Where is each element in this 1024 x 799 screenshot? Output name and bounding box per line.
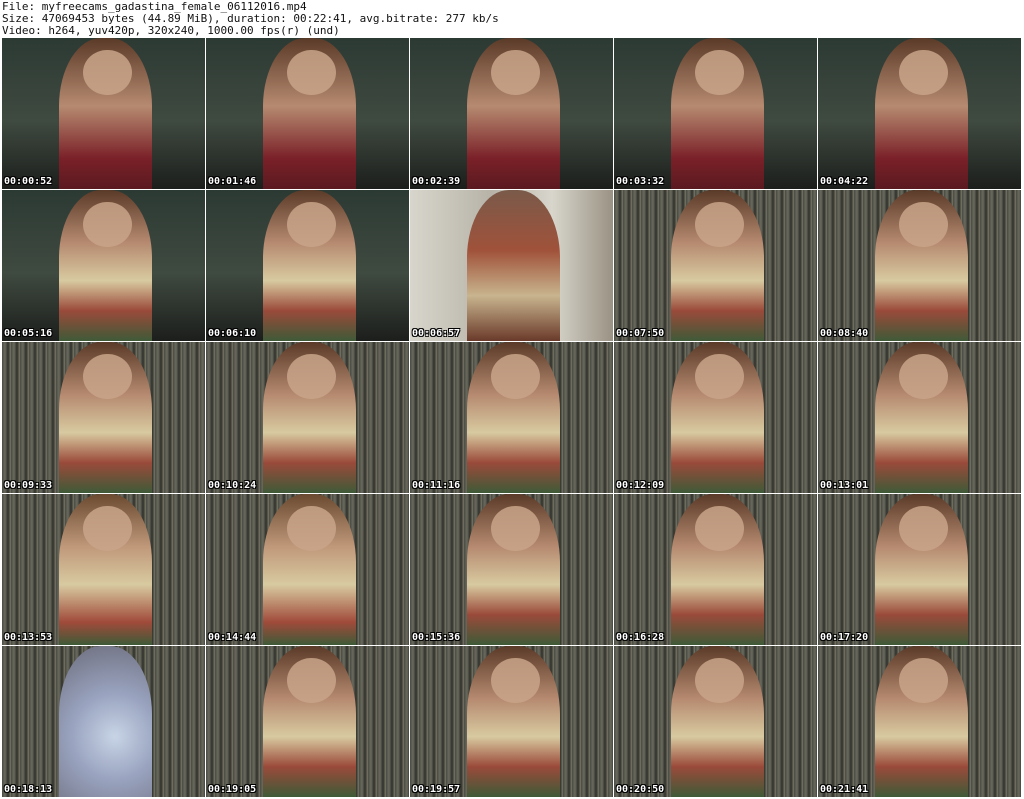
thumbnail: 00:06:57 bbox=[410, 190, 613, 342]
thumbnail: 00:02:39 bbox=[410, 38, 613, 190]
timestamp: 00:05:16 bbox=[4, 328, 53, 339]
thumbnail: 00:05:16 bbox=[2, 190, 205, 342]
timestamp: 00:06:57 bbox=[412, 328, 461, 339]
timestamp: 00:21:41 bbox=[820, 784, 869, 795]
timestamp: 00:12:09 bbox=[616, 480, 665, 491]
timestamp: 00:02:39 bbox=[412, 176, 461, 187]
thumbnail: 00:12:09 bbox=[614, 342, 817, 494]
timestamp: 00:01:46 bbox=[208, 176, 257, 187]
thumbnail: 00:18:13 bbox=[2, 646, 205, 798]
thumbnail: 00:09:33 bbox=[2, 342, 205, 494]
thumbnail: 00:06:10 bbox=[206, 190, 409, 342]
thumbnail: 00:01:46 bbox=[206, 38, 409, 190]
thumbnail: 00:04:22 bbox=[818, 38, 1021, 190]
thumbnail: 00:11:16 bbox=[410, 342, 613, 494]
thumbnail: 00:07:50 bbox=[614, 190, 817, 342]
timestamp: 00:15:36 bbox=[412, 632, 461, 643]
timestamp: 00:10:24 bbox=[208, 480, 257, 491]
timestamp: 00:06:10 bbox=[208, 328, 257, 339]
timestamp: 00:14:44 bbox=[208, 632, 257, 643]
thumbnail: 00:13:53 bbox=[2, 494, 205, 646]
video-info-line: Video: h264, yuv420p, 320x240, 1000.00 f… bbox=[2, 24, 340, 37]
timestamp: 00:13:01 bbox=[820, 480, 869, 491]
thumbnail: 00:17:20 bbox=[818, 494, 1021, 646]
thumbnail: 00:00:52 bbox=[2, 38, 205, 190]
timestamp: 00:08:40 bbox=[820, 328, 869, 339]
thumbnail: 00:14:44 bbox=[206, 494, 409, 646]
timestamp: 00:11:16 bbox=[412, 480, 461, 491]
timestamp: 00:03:32 bbox=[616, 176, 665, 187]
thumbnail: 00:15:36 bbox=[410, 494, 613, 646]
timestamp: 00:00:52 bbox=[4, 176, 53, 187]
timestamp: 00:07:50 bbox=[616, 328, 665, 339]
timestamp: 00:19:57 bbox=[412, 784, 461, 795]
timestamp: 00:13:53 bbox=[4, 632, 53, 643]
thumbnail: 00:21:41 bbox=[818, 646, 1021, 798]
timestamp: 00:17:20 bbox=[820, 632, 869, 643]
timestamp: 00:09:33 bbox=[4, 480, 53, 491]
timestamp: 00:16:28 bbox=[616, 632, 665, 643]
thumbnail: 00:19:57 bbox=[410, 646, 613, 798]
thumbnail: 00:08:40 bbox=[818, 190, 1021, 342]
thumbnail: 00:16:28 bbox=[614, 494, 817, 646]
timestamp: 00:18:13 bbox=[4, 784, 53, 795]
thumbnail: 00:19:05 bbox=[206, 646, 409, 798]
header-info: File: myfreecams_gadastina_female_061120… bbox=[0, 0, 1024, 38]
timestamp: 00:19:05 bbox=[208, 784, 257, 795]
thumbnail: 00:10:24 bbox=[206, 342, 409, 494]
thumbnail: 00:13:01 bbox=[818, 342, 1021, 494]
timestamp: 00:04:22 bbox=[820, 176, 869, 187]
thumbnail-grid: 00:00:52 00:01:46 00:02:39 00:03:32 00:0… bbox=[0, 38, 1024, 799]
timestamp: 00:20:50 bbox=[616, 784, 665, 795]
thumbnail: 00:03:32 bbox=[614, 38, 817, 190]
thumbnail: 00:20:50 bbox=[614, 646, 817, 798]
